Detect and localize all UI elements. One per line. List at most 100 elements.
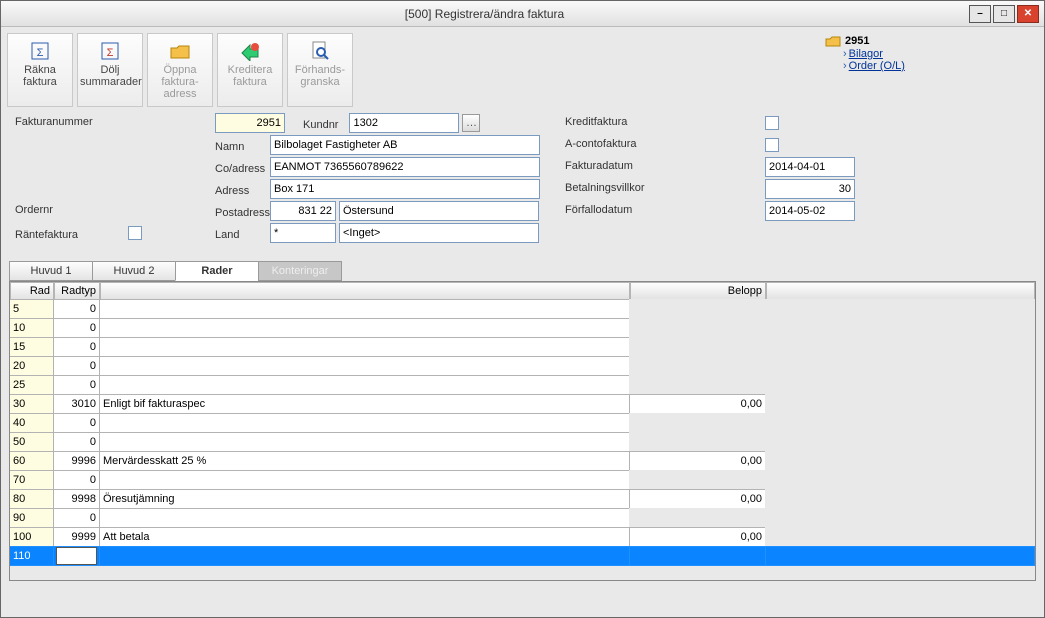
cell-text[interactable]: Att betala [99, 527, 630, 547]
cell-radtyp[interactable]: 0 [53, 508, 100, 528]
cell-text[interactable] [99, 337, 630, 357]
cell-radtyp[interactable]: 0 [53, 356, 100, 376]
cell-text[interactable]: Öresutjämning [99, 489, 630, 509]
kundnr-lookup-button[interactable]: … [462, 114, 480, 132]
fakturadatum-input[interactable] [765, 157, 855, 177]
cell-radtyp[interactable]: 0 [53, 432, 100, 452]
nav-link-order[interactable]: ›Order (O/L) [825, 60, 1025, 72]
cell-filler [765, 299, 1035, 319]
cell-filler [765, 413, 1035, 433]
cell-radtyp[interactable]: 0 [53, 337, 100, 357]
kreditfaktura-checkbox[interactable] [765, 116, 779, 130]
row-head[interactable]: 5 [9, 299, 54, 319]
row-head[interactable]: 20 [9, 356, 54, 376]
cell-radtyp[interactable]: 0 [53, 413, 100, 433]
label-kundnr: Kundnr [303, 116, 338, 131]
tab-huvud2[interactable]: Huvud 2 [92, 261, 176, 281]
calc-invoice-button[interactable]: Σ Räkna faktura [7, 33, 73, 107]
preview-button[interactable]: Förhands- granska [287, 33, 353, 107]
cell-belopp[interactable]: 0,00 [629, 489, 766, 509]
folder-open-icon [150, 38, 210, 64]
row-head[interactable]: 25 [9, 375, 54, 395]
cell-belopp[interactable]: 0,00 [629, 451, 766, 471]
row-head[interactable]: 70 [9, 470, 54, 490]
acontofaktura-checkbox[interactable] [765, 138, 779, 152]
cell-radtyp[interactable]: 9996 [53, 451, 100, 471]
minimize-button[interactable]: – [969, 5, 991, 23]
col-header-blank2[interactable] [766, 282, 1035, 300]
forfallodatum-input[interactable] [765, 201, 855, 221]
cell-belopp[interactable]: 0,00 [629, 527, 766, 547]
tab-huvud1[interactable]: Huvud 1 [9, 261, 93, 281]
cell-belopp [629, 356, 766, 376]
label-betalningsvillkor: Betalningsvillkor [565, 179, 765, 199]
row-head[interactable]: 100 [9, 527, 54, 547]
label-adress: Adress [215, 182, 267, 197]
cell-text[interactable]: Enligt bif fakturaspec [99, 394, 630, 414]
fakturanummer-input[interactable] [215, 113, 285, 133]
betalningsvillkor-input[interactable] [765, 179, 855, 199]
cell-text[interactable]: Mervärdesskatt 25 % [99, 451, 630, 471]
namn-input[interactable] [270, 135, 540, 155]
cell-text[interactable] [99, 546, 630, 566]
col-header-belopp[interactable]: Belopp [630, 282, 766, 300]
cell-radtyp[interactable]: 0 [53, 470, 100, 490]
rantefaktura-checkbox[interactable] [128, 226, 142, 240]
cell-text[interactable] [99, 375, 630, 395]
cell-radtyp[interactable]: 9998 [53, 489, 100, 509]
row-head[interactable]: 110 [9, 546, 54, 566]
row-head[interactable]: 15 [9, 337, 54, 357]
row-head[interactable]: 40 [9, 413, 54, 433]
credit-icon [220, 38, 280, 64]
row-head[interactable]: 30 [9, 394, 54, 414]
postnr-input[interactable] [270, 201, 336, 221]
adress-input[interactable] [270, 179, 540, 199]
cell-radtyp[interactable] [53, 546, 100, 566]
cell-text[interactable] [99, 508, 630, 528]
rows-grid[interactable]: Rad Radtyp Belopp 50100150200250303010En… [9, 281, 1036, 581]
close-button[interactable]: ✕ [1017, 5, 1039, 23]
cell-text[interactable] [99, 299, 630, 319]
maximize-button[interactable]: □ [993, 5, 1015, 23]
nav-folder[interactable]: 2951 [825, 34, 1025, 48]
chevron-right-icon: › [843, 48, 847, 60]
cell-filler[interactable] [765, 546, 1035, 566]
label-land: Land [215, 226, 267, 241]
cell-text[interactable] [99, 356, 630, 376]
row-head[interactable]: 90 [9, 508, 54, 528]
col-header-rad[interactable]: Rad [10, 282, 54, 300]
cell-radtyp[interactable]: 0 [53, 375, 100, 395]
radtyp-input[interactable] [57, 548, 96, 564]
open-invoice-address-button[interactable]: Öppna faktura- adress [147, 33, 213, 107]
cell-belopp[interactable]: 0,00 [629, 394, 766, 414]
row-head[interactable]: 10 [9, 318, 54, 338]
kundnr-input[interactable] [349, 113, 459, 133]
hide-sum-rows-button[interactable]: Σ Dölj summarader [77, 33, 143, 107]
coadress-input[interactable] [270, 157, 540, 177]
cell-text[interactable] [99, 432, 630, 452]
cell-text[interactable] [99, 470, 630, 490]
credit-invoice-button[interactable]: Kreditera faktura [217, 33, 283, 107]
cell-belopp [629, 299, 766, 319]
cell-radtyp[interactable]: 3010 [53, 394, 100, 414]
land-text-input[interactable] [339, 223, 539, 243]
land-code-input[interactable] [270, 223, 336, 243]
folder-open-icon [825, 34, 841, 48]
tab-rader[interactable]: Rader [175, 261, 259, 281]
row-head[interactable]: 80 [9, 489, 54, 509]
label-forfallodatum: Förfallodatum [565, 201, 765, 221]
col-header-radtyp[interactable]: Radtyp [54, 282, 100, 300]
nav-link-bilagor[interactable]: ›Bilagor [825, 48, 1025, 60]
row-head[interactable]: 60 [9, 451, 54, 471]
cell-radtyp[interactable]: 0 [53, 318, 100, 338]
cell-filler [765, 432, 1035, 452]
cell-text[interactable] [99, 318, 630, 338]
row-head[interactable]: 50 [9, 432, 54, 452]
label-ordernr: Ordernr [15, 201, 215, 221]
col-header-blank1[interactable] [100, 282, 630, 300]
cell-text[interactable] [99, 413, 630, 433]
cell-belopp[interactable] [629, 546, 766, 566]
cell-radtyp[interactable]: 9999 [53, 527, 100, 547]
postort-input[interactable] [339, 201, 539, 221]
cell-radtyp[interactable]: 0 [53, 299, 100, 319]
